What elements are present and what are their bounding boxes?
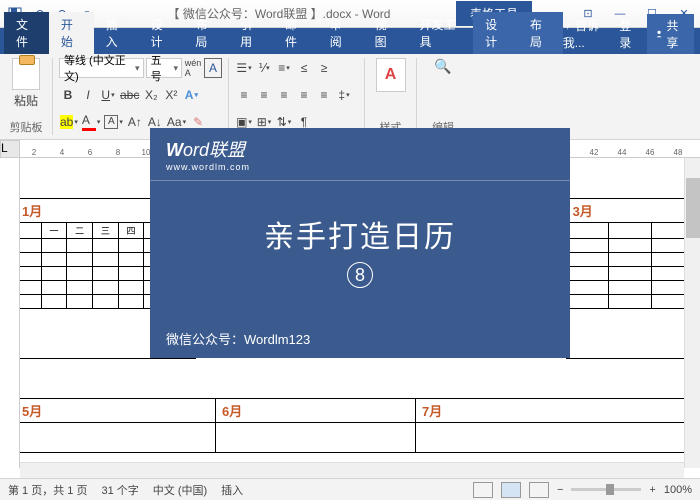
bullets-button[interactable]: ☰ — [235, 58, 253, 78]
font-group: 等线 (中文正文) 五号 wénA A B I U abc X₂ X² A ab… — [59, 58, 229, 135]
tab-design[interactable]: 设计 — [138, 12, 183, 54]
clipboard-group: 粘贴 剪贴板 — [6, 58, 53, 135]
find-button[interactable]: 🔍 — [434, 58, 451, 75]
underline-button[interactable]: U — [99, 85, 117, 105]
ribbon-tabs: 文件 开始 插入 设计 布局 引用 邮件 审阅 视图 开发工具 设计 布局 ♀ … — [0, 28, 700, 54]
numbering-button[interactable]: ⅟ — [255, 58, 273, 78]
scroll-thumb[interactable] — [686, 178, 700, 238]
indent-right-button[interactable]: ≥ — [315, 58, 333, 78]
tab-table-design[interactable]: 设计 — [473, 12, 518, 54]
font-name-combo[interactable]: 等线 (中文正文) — [59, 58, 144, 78]
paste-button[interactable]: 粘贴 — [6, 58, 46, 109]
overlay-url: www.wordlm.com — [166, 162, 554, 172]
styles-group: A 样式 — [371, 58, 417, 135]
font-size-combo[interactable]: 五号 — [146, 58, 182, 78]
status-insert[interactable]: 插入 — [221, 482, 243, 498]
status-chars[interactable]: 31 个字 — [101, 482, 138, 498]
superscript-button[interactable]: X² — [162, 85, 180, 105]
align-justify-button[interactable]: ≡ — [295, 85, 313, 105]
overlay-title: 亲手打造日历 — [264, 212, 456, 256]
char-shading-button[interactable]: A — [103, 112, 124, 132]
zoom-slider[interactable] — [571, 488, 641, 491]
italic-button[interactable]: I — [79, 85, 97, 105]
highlight-button[interactable]: ab — [59, 112, 79, 132]
status-lang[interactable]: 中文 (中国) — [153, 482, 207, 498]
tab-view[interactable]: 视图 — [363, 12, 408, 54]
tab-file[interactable]: 文件 — [4, 12, 49, 54]
month-header-7: 7月 — [416, 399, 695, 423]
overlay-logo: Word联盟 www.wordlm.com — [150, 128, 570, 181]
overlay-footer: 微信公众号：Wordlm123 — [150, 319, 570, 358]
tab-layout[interactable]: 布局 — [183, 12, 228, 54]
tab-table-layout[interactable]: 布局 — [518, 12, 563, 54]
vertical-scrollbar[interactable] — [684, 158, 700, 468]
char-border-button[interactable]: A — [204, 58, 222, 78]
login-button[interactable]: 登录 — [619, 17, 639, 51]
horizontal-scrollbar[interactable] — [20, 462, 684, 478]
align-right-button[interactable]: ≡ — [275, 85, 293, 105]
phonetic-guide-button[interactable]: wénA — [184, 58, 202, 78]
align-left-button[interactable]: ≡ — [235, 85, 253, 105]
zoom-in-button[interactable]: + — [649, 484, 655, 496]
vertical-ruler[interactable] — [0, 158, 20, 468]
increase-font-button[interactable]: A↑ — [126, 112, 144, 132]
paragraph-group: ☰ ⅟ ≡ ≤ ≥ ≡ ≡ ≡ ≡ ≡ ‡ ▣ ⊞ ⇅ ¶ — [235, 58, 365, 135]
align-distribute-button[interactable]: ≡ — [315, 85, 333, 105]
month-header-5: 5月 — [20, 399, 216, 423]
month-header-6: 6月 — [216, 399, 416, 423]
overlay-splash: Word联盟 www.wordlm.com 亲手打造日历 8 微信公众号：Wor… — [150, 128, 570, 358]
bold-button[interactable]: B — [59, 85, 77, 105]
view-print-button[interactable] — [501, 482, 521, 498]
align-center-button[interactable]: ≡ — [255, 85, 273, 105]
tell-me-search[interactable]: ♀ 告诉我... — [563, 17, 612, 51]
overlay-title-area: 亲手打造日历 8 — [150, 181, 570, 319]
brand-w: W — [166, 140, 183, 160]
subscript-button[interactable]: X₂ — [142, 85, 160, 105]
editing-group: 🔍 编辑 — [423, 58, 469, 135]
view-read-button[interactable] — [473, 482, 493, 498]
clipboard-label: 剪贴板 — [6, 119, 46, 135]
status-bar: 第 1 页，共 1 页 31 个字 中文 (中国) 插入 − + 100% — [0, 478, 700, 500]
tab-insert[interactable]: 插入 — [94, 12, 139, 54]
styles-button[interactable]: A — [376, 58, 406, 92]
zoom-level[interactable]: 100% — [664, 484, 692, 496]
strikethrough-button[interactable]: abc — [119, 85, 140, 105]
multilevel-button[interactable]: ≡ — [275, 58, 293, 78]
indent-left-button[interactable]: ≤ — [295, 58, 313, 78]
tab-references[interactable]: 引用 — [228, 12, 273, 54]
tab-review[interactable]: 审阅 — [318, 12, 363, 54]
paste-icon — [12, 58, 40, 90]
font-color-button[interactable]: A — [81, 112, 102, 132]
tab-home[interactable]: 开始 — [49, 12, 94, 54]
zoom-out-button[interactable]: − — [557, 484, 563, 496]
view-web-button[interactable] — [529, 482, 549, 498]
line-spacing-button[interactable]: ‡ — [335, 85, 353, 105]
paste-label: 粘贴 — [14, 92, 38, 109]
share-button[interactable]: 共享 — [647, 14, 694, 54]
overlay-number: 8 — [347, 262, 373, 288]
tab-developer[interactable]: 开发工具 — [407, 12, 473, 54]
brand-rest: ord联盟 — [183, 140, 245, 160]
ruler-corner: L — [0, 140, 20, 158]
month-header-3: 3月 — [566, 199, 694, 223]
tab-mailings[interactable]: 邮件 — [273, 12, 318, 54]
status-page[interactable]: 第 1 页，共 1 页 — [8, 482, 87, 498]
text-effects-button[interactable]: A — [182, 85, 200, 105]
calendar-table-2[interactable]: 5月6月7月 — [20, 398, 695, 453]
